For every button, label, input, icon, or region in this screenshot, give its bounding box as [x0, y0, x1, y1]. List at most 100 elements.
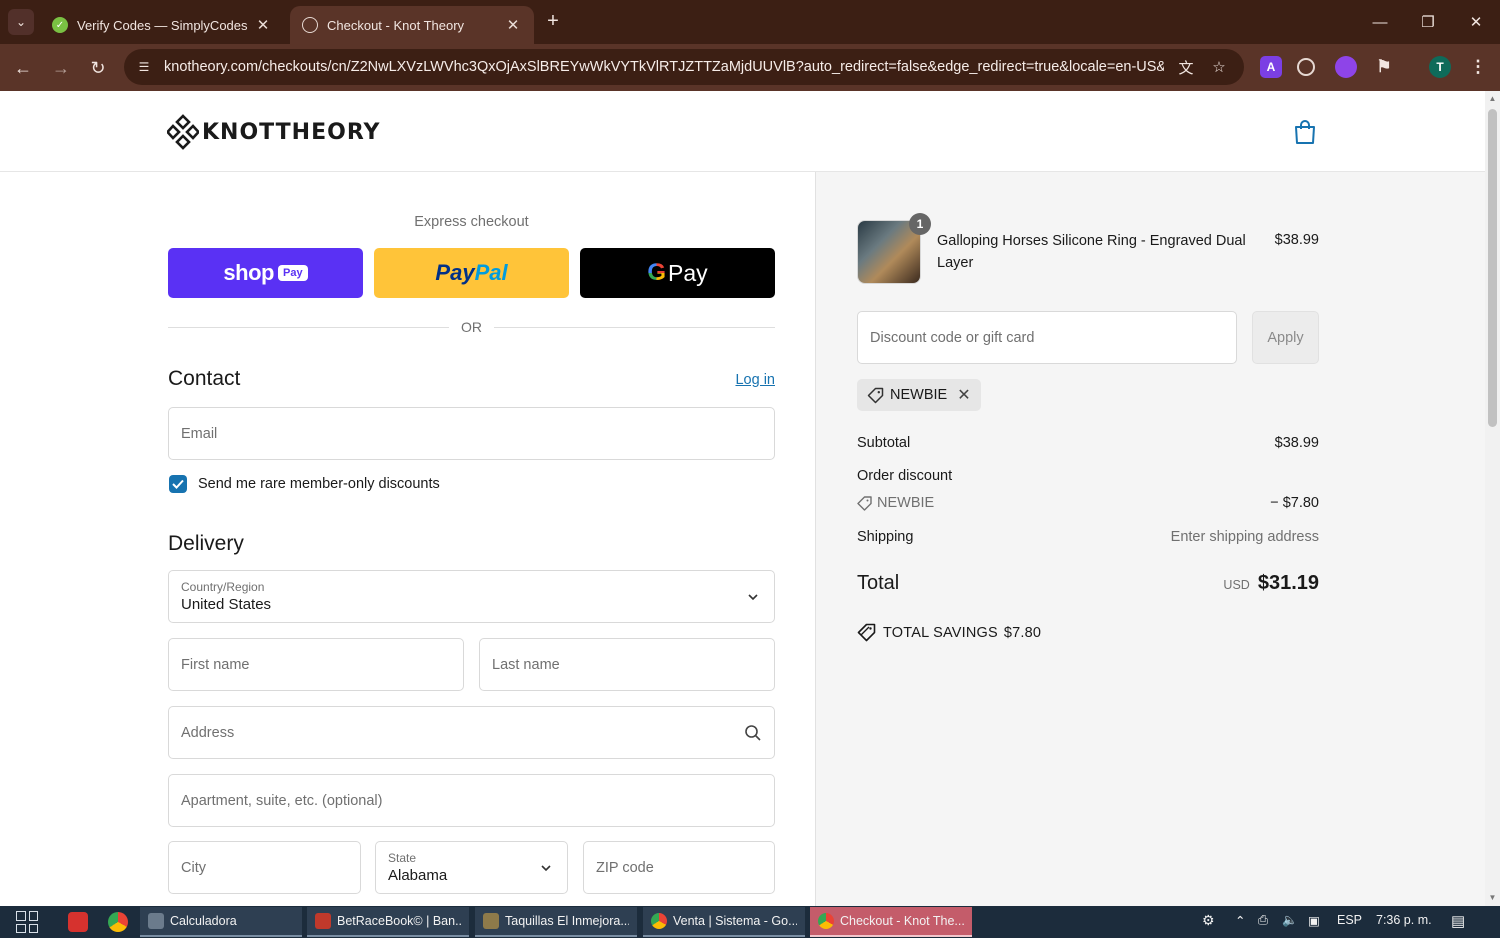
marketing-label: Send me rare member-only discounts: [198, 476, 440, 492]
shop-pay-button[interactable]: shop Pay: [168, 248, 363, 298]
extension-purple-icon[interactable]: [1335, 56, 1357, 78]
tab-verify-codes[interactable]: ✓ Verify Codes — SimplyCodes ✕: [40, 6, 284, 44]
state-select[interactable]: State Alabama: [375, 841, 568, 894]
state-label: State: [388, 851, 417, 865]
taskbar-item-title: Taquillas El Inmejora...: [505, 914, 629, 928]
taskbar-item-venta[interactable]: Venta | Sistema - Go...: [643, 907, 805, 937]
discount-placeholder: Discount code or gift card: [870, 329, 1035, 346]
chrome-app-icon[interactable]: [108, 912, 128, 932]
cart-icon[interactable]: [1293, 119, 1317, 145]
chevron-down-icon: [541, 865, 551, 872]
divider-line: [494, 326, 775, 328]
express-checkout-title: Express checkout: [414, 214, 529, 230]
browser-menu-icon[interactable]: ⋮: [1467, 56, 1489, 78]
apartment-placeholder: Apartment, suite, etc. (optional): [181, 792, 383, 809]
order-summary-column: 1 Galloping Horses Silicone Ring - Engra…: [815, 172, 1485, 906]
bookmark-star-icon[interactable]: ☆: [1209, 57, 1229, 77]
taskbar-item-betracebook[interactable]: BetRaceBook© | Ban...: [307, 907, 469, 937]
first-name-field[interactable]: First name: [168, 638, 464, 691]
translate-icon[interactable]: 文: [1176, 57, 1196, 77]
subtotal-label: Subtotal: [857, 435, 911, 451]
tag-icon: [867, 387, 884, 403]
language-indicator[interactable]: ESP: [1337, 913, 1362, 927]
taskbar-item-taquillas[interactable]: Taquillas El Inmejora...: [475, 907, 637, 937]
applied-code-text: NEWBIE: [890, 387, 948, 403]
clock[interactable]: 7:36 p. m.: [1376, 913, 1432, 927]
log-in-link[interactable]: Log in: [700, 372, 775, 388]
total-value: $31.19: [1257, 572, 1319, 594]
globe-extension-icon[interactable]: [1297, 58, 1315, 76]
paypal-wordmark-pay: Pay: [435, 260, 475, 285]
start-menu-icon[interactable]: [16, 911, 38, 933]
forward-icon[interactable]: →: [48, 55, 74, 81]
reload-icon[interactable]: ↻: [85, 55, 111, 81]
or-divider: OR: [168, 318, 775, 336]
apply-discount-button[interactable]: Apply: [1252, 311, 1319, 364]
minimize-icon[interactable]: —: [1368, 10, 1392, 34]
discount-code-row: NEWBIE − $7.80: [857, 495, 1319, 511]
back-icon[interactable]: ←: [10, 55, 36, 81]
restore-icon[interactable]: ❐: [1416, 10, 1440, 34]
discount-code-line: NEWBIE: [857, 495, 934, 511]
simplycodes-favicon-icon: ✓: [52, 17, 68, 33]
subtotal-row: Subtotal $38.99: [857, 435, 1319, 451]
page-scrollbar[interactable]: ▲ ▼: [1485, 91, 1500, 906]
address-field[interactable]: Address: [168, 706, 775, 759]
search-icon: [745, 725, 761, 741]
tab-checkout[interactable]: Checkout - Knot Theory ✕: [290, 6, 534, 44]
google-pay-button[interactable]: G Pay: [580, 248, 775, 298]
state-value: Alabama: [388, 867, 448, 884]
printer-icon[interactable]: ⎙: [1258, 913, 1268, 928]
close-window-icon[interactable]: ✕: [1464, 10, 1488, 34]
apartment-field[interactable]: Apartment, suite, etc. (optional): [168, 774, 775, 827]
extensions-puzzle-icon[interactable]: ⚑: [1373, 56, 1395, 78]
tab-search-button[interactable]: ⌄: [8, 9, 34, 35]
close-tab-icon[interactable]: ✕: [254, 16, 272, 34]
paypal-button[interactable]: Pay Pal: [374, 248, 569, 298]
scrollbar-thumb[interactable]: [1488, 109, 1497, 427]
profile-avatar[interactable]: T: [1429, 56, 1451, 78]
brand-wordmark: KNOTTHEORY: [202, 119, 381, 145]
total-amount: USD $31.19: [1223, 572, 1319, 595]
volume-icon[interactable]: 🔈: [1282, 913, 1298, 928]
marketing-checkbox[interactable]: [169, 475, 187, 493]
marketing-opt-in[interactable]: Send me rare member-only discounts: [169, 475, 440, 493]
delivery-heading: Delivery: [168, 532, 244, 555]
last-name-field[interactable]: Last name: [479, 638, 775, 691]
network-icon[interactable]: ▣: [1308, 913, 1320, 928]
email-field[interactable]: Email: [168, 407, 775, 460]
windows-taskbar: Calculadora BetRaceBook© | Ban... Taquil…: [0, 906, 1500, 938]
order-discount-label: Order discount: [857, 468, 953, 484]
tray-chevron-up-icon[interactable]: ⌃: [1235, 913, 1245, 928]
betracebook-icon: [315, 913, 331, 929]
recorder-app-icon[interactable]: [68, 912, 88, 932]
brand-logo[interactable]: KNOTTHEORY: [167, 113, 381, 151]
discount-amount: − $7.80: [1270, 495, 1319, 511]
browser-tab-strip: ⌄ ✓ Verify Codes — SimplyCodes ✕ Checkou…: [0, 0, 1500, 44]
notifications-icon[interactable]: ▤: [1451, 912, 1465, 930]
discount-code-text: NEWBIE: [877, 495, 935, 511]
taskbar-item-title: Checkout - Knot The...: [840, 914, 964, 928]
quantity-badge: 1: [909, 213, 931, 235]
new-tab-button[interactable]: +: [542, 10, 564, 32]
site-info-icon[interactable]: ☰: [136, 59, 152, 75]
browser-toolbar: ← → ↻ ☰ knotheory.com/checkouts/cn/Z2NwL…: [0, 44, 1500, 91]
scroll-up-icon[interactable]: ▲: [1488, 94, 1497, 103]
taskbar-item-checkout[interactable]: Checkout - Knot The...: [810, 907, 972, 937]
scroll-down-icon[interactable]: ▼: [1488, 893, 1497, 902]
taskbar-item-calculator[interactable]: Calculadora: [140, 907, 302, 937]
extension-a-icon[interactable]: A: [1260, 56, 1282, 78]
city-field[interactable]: City: [168, 841, 361, 894]
email-placeholder: Email: [181, 425, 218, 442]
discount-code-input[interactable]: Discount code or gift card: [857, 311, 1237, 364]
zip-field[interactable]: ZIP code: [583, 841, 775, 894]
checkmark-icon: [172, 479, 184, 489]
address-bar[interactable]: ☰ knotheory.com/checkouts/cn/Z2NwLXVzLWV…: [124, 49, 1244, 85]
close-tab-icon[interactable]: ✕: [504, 16, 522, 34]
knot-logo-icon: [167, 114, 199, 150]
extension-letter: A: [1266, 60, 1276, 74]
people-icon[interactable]: ⚙: [1202, 912, 1215, 929]
country-select[interactable]: Country/Region United States: [168, 570, 775, 623]
product-name: Galloping Horses Silicone Ring - Engrave…: [937, 233, 1246, 271]
remove-code-icon[interactable]: ✕: [957, 385, 970, 405]
